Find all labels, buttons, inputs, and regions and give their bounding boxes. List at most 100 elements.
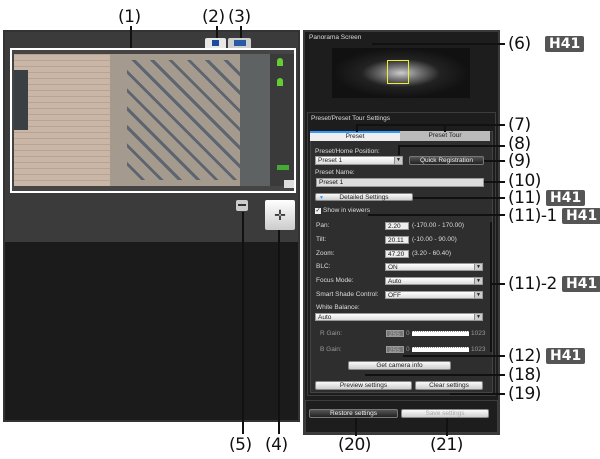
b-gain-slider[interactable] [412, 347, 469, 352]
callout-5: (5) [229, 435, 252, 455]
callout-7: (7) [508, 115, 531, 135]
home-position-select[interactable]: Preset 1 ▼ [315, 156, 403, 165]
preset-name-input[interactable]: Preset 1 [316, 178, 484, 187]
viewer-tab-1[interactable] [205, 38, 226, 48]
leader-2 [216, 26, 218, 38]
callout-3: (3) [228, 7, 251, 27]
leader-21 [446, 418, 448, 436]
zoom-input[interactable]: 47.20 [385, 250, 409, 258]
zoom-out-icon[interactable] [277, 78, 283, 86]
video-display[interactable] [10, 48, 296, 193]
viewer-tab-2[interactable] [228, 38, 251, 48]
zoom-in-icon[interactable] [277, 58, 283, 66]
white-balance-value: Auto [318, 314, 332, 321]
chevron-down-icon: ▼ [474, 264, 482, 270]
snapshot-button[interactable] [284, 180, 294, 188]
clear-settings-button[interactable]: Clear settings [415, 381, 483, 390]
b-gain-input[interactable]: 255 [386, 346, 404, 354]
badge-11: H41 [546, 190, 586, 206]
stairs [127, 60, 247, 180]
r-gain-min: 0 [406, 330, 410, 337]
badge-11-1: H41 [562, 208, 600, 224]
pan-input[interactable]: 2.20 [385, 222, 409, 230]
b-gain-max: 1023 [471, 346, 486, 353]
zoom-label: Zoom: [316, 250, 335, 257]
leader-7 [356, 124, 505, 126]
show-in-viewers-label: Show in viewers [323, 207, 370, 214]
white-balance-select[interactable]: Auto ▼ [315, 313, 483, 321]
tilt-input[interactable]: 20.11 [385, 236, 409, 244]
callout-2: (2) [202, 7, 225, 27]
blc-value: ON [388, 264, 398, 271]
leader-6 [372, 43, 505, 45]
r-gain-label: R Gain: [320, 330, 343, 337]
blc-label: BLC: [316, 263, 331, 270]
leader-9 [484, 160, 505, 162]
preset-name-label: Preset Name: [315, 169, 355, 176]
leader-11-2 [490, 283, 505, 285]
panorama-view-icon [233, 40, 246, 46]
callout-6: (6) [508, 34, 531, 54]
pan-tilt-button[interactable]: ✛ [265, 200, 295, 230]
panorama-image [332, 48, 470, 98]
home-position-value: Preset 1 [318, 157, 343, 164]
detailed-settings-button[interactable]: ▼ Detailed Settings [315, 193, 413, 201]
single-view-icon [212, 40, 219, 46]
r-gain-input[interactable]: 255 [386, 330, 404, 338]
leader-7b [444, 124, 446, 132]
leader-11-1 [368, 214, 505, 216]
show-in-viewers-checkbox[interactable]: ✓ [315, 208, 321, 214]
blc-select[interactable]: ON ▼ [385, 263, 483, 271]
leader-18 [365, 374, 505, 376]
preset-section-title: Preset/Preset Tour Settings [311, 115, 391, 122]
smart-shade-select[interactable]: OFF ▼ [385, 291, 483, 299]
zoom-range: (3.20 - 60.40) [412, 250, 452, 257]
preview-settings-button[interactable]: Preview settings [315, 381, 412, 390]
leader-3 [240, 26, 242, 38]
callout-21: (21) [430, 435, 463, 455]
tab-preset-tour[interactable]: Preset Tour [400, 131, 490, 141]
display-mode-button[interactable] [236, 200, 248, 211]
smart-shade-value: OFF [388, 292, 401, 299]
smart-shade-label: Smart Shade Control: [316, 291, 379, 298]
panorama-frame [387, 60, 409, 84]
badge-11-2: H41 [562, 276, 600, 292]
leader-4 [278, 230, 280, 434]
crosshair-icon: ✛ [274, 207, 286, 223]
panorama-title: Panorama Screen [309, 34, 362, 41]
badge-6: H41 [545, 36, 585, 52]
leader-10 [484, 181, 505, 183]
restore-settings-button[interactable]: Restore settings [309, 409, 398, 418]
r-gain-slider[interactable] [412, 331, 469, 336]
leader-11 [413, 197, 505, 199]
callout-20: (20) [338, 435, 371, 455]
callout-11-2: (11)-2 [508, 274, 557, 294]
chevron-down-icon: ▼ [474, 278, 482, 284]
quick-registration-button[interactable]: Quick Registration [409, 156, 484, 165]
leader-8a [398, 145, 400, 155]
dark-strip [240, 54, 270, 186]
get-camera-info-button[interactable]: Get camera info [348, 361, 451, 370]
chevron-down-icon: ▼ [474, 292, 482, 298]
callout-11-1: (11)-1 [508, 206, 557, 226]
bracket-11-2 [490, 222, 492, 352]
leader-12 [403, 355, 505, 357]
r-gain-max: 1023 [471, 330, 486, 337]
focus-mode-select[interactable]: Auto ▼ [385, 277, 483, 285]
leader-7a [356, 124, 358, 132]
b-gain-label: B Gain: [320, 346, 342, 353]
badge-12: H41 [546, 348, 586, 364]
callout-18: (18) [508, 365, 541, 385]
leader-20 [355, 418, 357, 436]
tab-preset[interactable]: Preset [310, 131, 400, 141]
callout-19: (19) [508, 384, 541, 404]
white-balance-label: White Balance: [316, 304, 360, 311]
pan-range: (-170.00 - 170.00) [412, 222, 465, 229]
chevron-down-icon: ▼ [474, 314, 482, 320]
expand-triangle-icon: ▼ [319, 195, 324, 201]
display-mode-icon [238, 204, 246, 206]
tilt-label: Tilt: [316, 236, 327, 243]
save-settings-button[interactable]: Save settings [401, 409, 489, 418]
zoom-level-icon [277, 165, 289, 170]
leader-19 [450, 393, 505, 395]
